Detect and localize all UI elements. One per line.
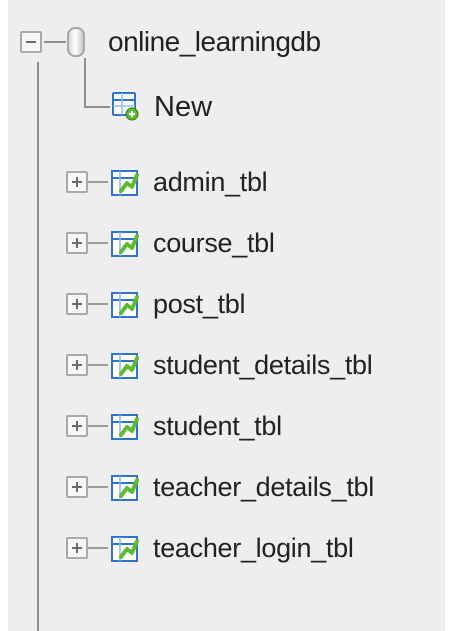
table-icon	[111, 353, 139, 379]
table-icon	[111, 231, 139, 257]
table-name[interactable]: teacher_login_tbl	[153, 531, 354, 565]
table-icon	[111, 414, 139, 440]
expand-teacher-login-tbl-button[interactable]	[66, 537, 88, 559]
expand-student-tbl-button[interactable]	[66, 415, 88, 437]
database-name[interactable]: online_learningdb	[108, 25, 321, 59]
table-connector-line	[88, 181, 108, 183]
table-connector-line	[88, 364, 108, 366]
database-icon	[67, 27, 85, 57]
table-row-student-tbl[interactable]: student_tbl	[8, 404, 445, 452]
new-table-link[interactable]: New	[154, 90, 212, 124]
table-icon	[111, 536, 139, 562]
expand-admin-tbl-button[interactable]	[66, 171, 88, 193]
collapse-database-button[interactable]	[20, 31, 42, 53]
table-icon	[111, 475, 139, 501]
table-connector-line	[88, 303, 108, 305]
table-row-post-tbl[interactable]: post_tbl	[8, 282, 445, 330]
expand-post-tbl-button[interactable]	[66, 293, 88, 315]
table-name[interactable]: student_details_tbl	[153, 348, 373, 382]
new-branch-vertical-line	[84, 58, 86, 108]
table-name[interactable]: student_tbl	[153, 409, 282, 443]
table-row-teacher-details-tbl[interactable]: teacher_details_tbl	[8, 465, 445, 513]
table-row-student-details-tbl[interactable]: student_details_tbl	[8, 343, 445, 391]
table-name[interactable]: teacher_details_tbl	[153, 470, 374, 504]
table-connector-line	[88, 242, 108, 244]
table-icon	[111, 292, 139, 318]
new-table-icon[interactable]	[110, 90, 140, 122]
table-connector-line	[88, 547, 108, 549]
expand-student-details-tbl-button[interactable]	[66, 354, 88, 376]
expand-teacher-details-tbl-button[interactable]	[66, 476, 88, 498]
database-connector-line	[44, 41, 66, 43]
table-icon	[111, 170, 139, 196]
table-name[interactable]: admin_tbl	[153, 165, 268, 199]
table-name[interactable]: course_tbl	[153, 226, 275, 260]
table-row-course-tbl[interactable]: course_tbl	[8, 221, 445, 269]
table-row-admin-tbl[interactable]: admin_tbl	[8, 160, 445, 208]
table-connector-line	[88, 425, 108, 427]
table-connector-line	[88, 486, 108, 488]
table-name[interactable]: post_tbl	[153, 287, 245, 321]
table-row-teacher-login-tbl[interactable]: teacher_login_tbl	[8, 526, 445, 574]
expand-course-tbl-button[interactable]	[66, 232, 88, 254]
database-navigation-tree: online_learningdb New admin_tbl course_t…	[8, 0, 445, 631]
new-branch-horizontal-line	[84, 106, 110, 108]
